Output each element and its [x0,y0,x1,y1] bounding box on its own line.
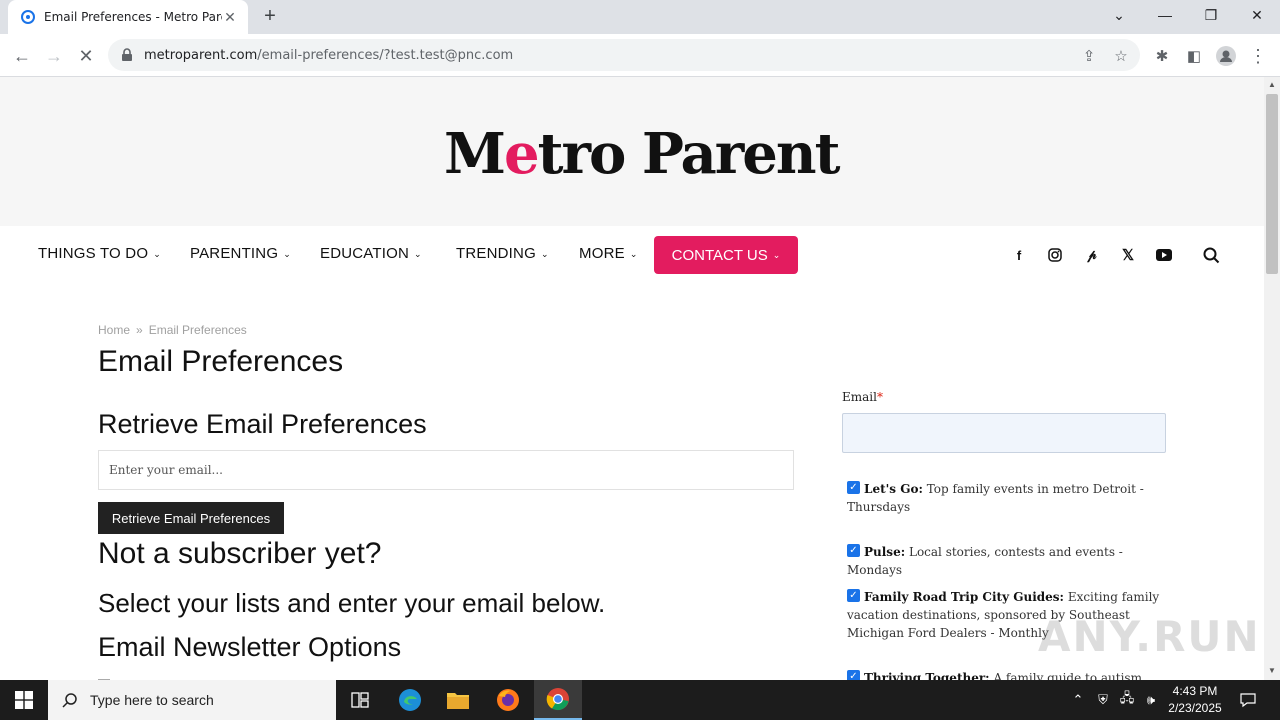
nav-education[interactable]: EDUCATION ⌄ [320,245,422,262]
chevron-down-icon: ⌄ [772,249,781,260]
restore-button[interactable]: ❐ [1188,0,1234,30]
breadcrumb-home-link[interactable]: Home [98,323,130,337]
main-navigation: THINGS TO DO ⌄ PARENTING ⌄ EDUCATION ⌄ TREN… [0,226,1264,286]
show-hidden-icons-chevron-icon[interactable]: ⌃ [1068,680,1088,720]
newsletter-option-lets-go: ✓ Let's Go: Top family events in metro D… [847,481,1144,514]
scroll-up-icon[interactable]: ▲ [1268,80,1276,89]
close-window-button[interactable]: ✕ [1234,0,1280,30]
tab-title: Email Preferences - Metro Parent [44,10,222,24]
url-text: metroparent.com/email-preferences/?test.… [144,47,514,63]
retrieve-preferences-button[interactable]: Retrieve Email Preferences [98,502,284,534]
web-page: Metro Parent THINGS TO DO ⌄ PARENTING ⌄ ED… [0,77,1264,680]
forward-button[interactable]: → [40,42,68,70]
side-panel-icon[interactable]: ◧ [1180,42,1208,70]
firefox-icon[interactable] [484,680,532,720]
newsletter-option-pulse: ✓ Pulse: Local stories, contests and eve… [847,544,1123,577]
nav-parenting[interactable]: PARENTING ⌄ [190,245,291,262]
tab-strip: Email Preferences - Metro Parent ✕ + ⌄ —… [0,0,1280,34]
lock-icon [122,48,132,61]
nav-things-to-do[interactable]: THINGS TO DO ⌄ [38,245,161,262]
not-subscriber-heading: Not a subscriber yet? [98,537,382,570]
newsletter-option-thriving-together: ✓ Thriving Together: A family guide to a… [847,669,1167,680]
nav-more[interactable]: MORE ⌄ [579,245,638,262]
windows-taskbar: Type here to search ⌃ ⛨ 🖧 🕪 4:43 PM 2/23… [0,680,1280,720]
windows-logo-icon [15,691,33,709]
profile-avatar-icon[interactable] [1212,42,1240,70]
page-scrollbar[interactable]: ▲ ▼ [1264,77,1280,680]
back-button[interactable]: ← [8,42,36,70]
address-bar[interactable]: metroparent.com/email-preferences/?test.… [108,39,1140,71]
tab-close-icon[interactable]: ✕ [222,9,238,26]
network-icon[interactable]: 🖧 [1116,680,1138,720]
minimize-button[interactable]: — [1142,0,1188,30]
search-icon [62,693,77,708]
contact-us-button[interactable]: CONTACT US ⌄ [654,236,798,274]
scroll-thumb[interactable] [1266,94,1278,274]
edge-icon[interactable] [386,680,434,720]
site-favicon-icon [21,10,35,24]
taskbar-clock[interactable]: 4:43 PM 2/23/2025 [1160,683,1230,717]
retrieve-heading: Retrieve Email Preferences [98,409,427,439]
extensions-icon[interactable]: ✱ [1148,42,1176,70]
youtube-icon[interactable] [1155,246,1173,264]
security-tray-icon[interactable]: ⛨ [1092,680,1114,720]
page-title: Email Preferences [98,345,344,378]
browser-menu-icon[interactable]: ⋮ [1244,42,1272,70]
newsletter-options-heading: Email Newsletter Options [98,632,402,662]
breadcrumb-current: Email Preferences [148,323,247,337]
pinterest-icon[interactable]: 𝓅 [1083,246,1101,264]
new-tab-button[interactable]: + [258,5,282,29]
file-explorer-icon[interactable] [434,680,482,720]
search-icon[interactable] [1202,246,1220,264]
chevron-down-icon: ⌄ [283,248,291,259]
chevron-down-icon: ⌄ [153,248,161,259]
select-lists-heading: Select your lists and enter your email b… [98,588,606,618]
site-header: Metro Parent [0,77,1264,226]
task-view-icon[interactable] [336,680,384,720]
stop-loading-button[interactable]: ✕ [72,42,100,70]
browser-tab[interactable]: Email Preferences - Metro Parent ✕ [8,0,248,34]
checkbox-checked[interactable]: ✓ [847,589,860,602]
bookmark-star-icon[interactable]: ☆ [1112,47,1130,65]
taskbar-search-box[interactable]: Type here to search [48,680,336,720]
checkbox-checked[interactable]: ✓ [847,670,860,680]
watermark: ANY.RUN [1038,612,1261,661]
start-button[interactable] [0,680,48,720]
chevron-down-icon: ⌄ [414,248,422,259]
chrome-icon[interactable] [534,680,582,720]
volume-icon[interactable]: 🕪 [1140,680,1162,720]
email-field-label: Email* [842,390,883,404]
chevron-down-icon: ⌄ [540,248,549,259]
nav-trending[interactable]: TRENDING ⌄ [456,245,549,262]
x-icon[interactable]: 𝕏 [1119,246,1137,264]
notifications-icon[interactable] [1236,680,1260,720]
checkbox-checked[interactable]: ✓ [847,544,860,557]
subscribe-email-input[interactable] [842,413,1166,453]
facebook-icon[interactable]: f [1010,246,1028,264]
retrieve-email-input[interactable] [98,450,794,490]
chevron-down-icon: ⌄ [629,248,638,259]
breadcrumb: Home» Email Preferences [98,323,247,337]
site-logo[interactable]: Metro Parent [444,121,840,187]
browser-toolbar: ← → ✕ metroparent.com/email-preferences/… [0,34,1280,77]
scroll-down-icon[interactable]: ▼ [1268,666,1276,675]
instagram-icon[interactable] [1046,246,1064,264]
share-icon[interactable]: ⇪ [1080,47,1098,65]
tab-search-icon[interactable]: ⌄ [1096,0,1142,30]
checkbox-checked[interactable]: ✓ [847,481,860,494]
